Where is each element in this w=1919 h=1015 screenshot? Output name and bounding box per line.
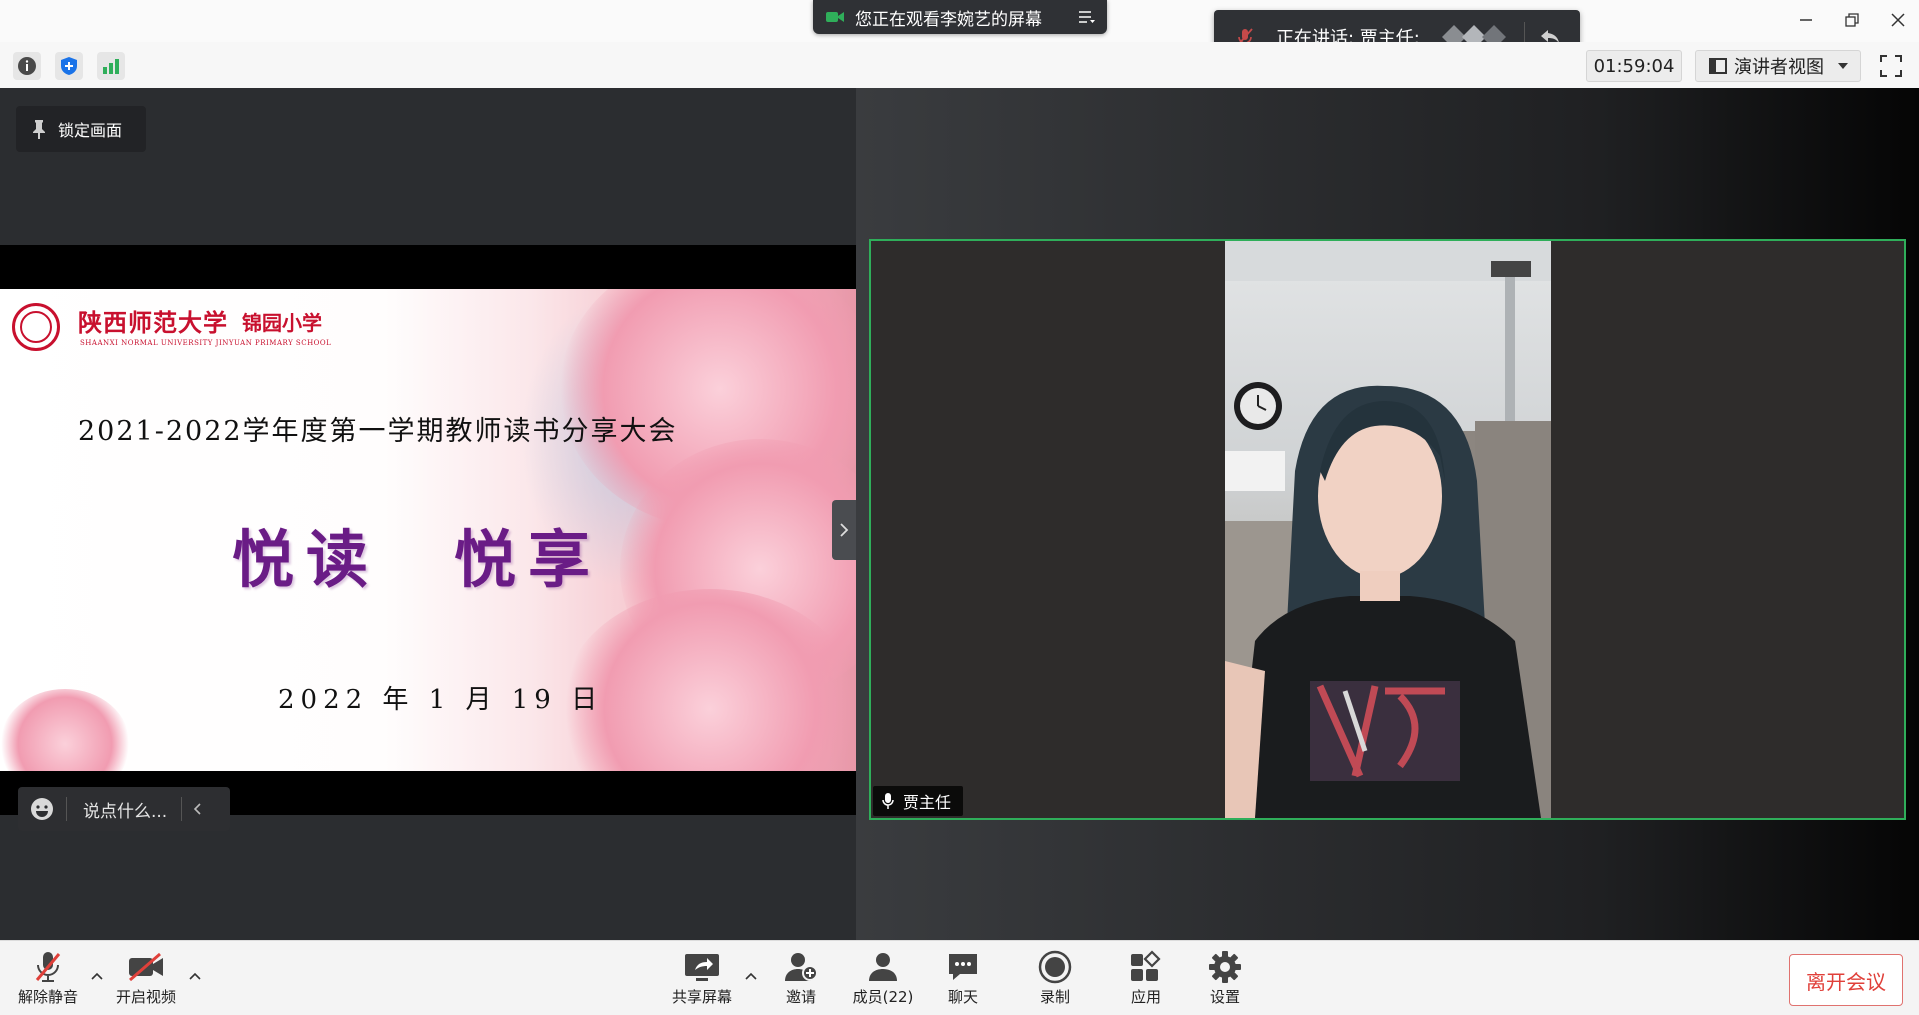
speaker-name: 贾主任 — [903, 793, 952, 812]
minimize-icon[interactable] — [1792, 8, 1820, 32]
chat-input-placeholder[interactable]: 说点什么... — [83, 797, 167, 822]
event-date: 2022 年 1 月 19 日 — [278, 685, 604, 715]
network-signal-icon[interactable] — [97, 52, 125, 80]
school-name: 锦园小学 — [242, 311, 322, 335]
share-screen-label: 共享屏幕 — [671, 988, 732, 1006]
chat-button[interactable]: 聊天 — [938, 948, 988, 1010]
video-off-icon — [126, 948, 166, 986]
presentation-slide: 陕西师范大学 锦园小学 SHAANXI NORMAL UNIVERSITY JI… — [0, 289, 856, 771]
start-video-button[interactable]: 开启视频 — [108, 948, 184, 1010]
settings-label: 设置 — [1209, 988, 1240, 1006]
members-icon — [866, 948, 900, 986]
speaker-view-icon — [1708, 57, 1728, 75]
leave-meeting-button[interactable]: 离开会议 — [1789, 954, 1903, 1006]
settings-button[interactable]: 设置 — [1200, 948, 1250, 1010]
banner-menu-icon[interactable] — [1077, 9, 1095, 25]
quick-chat-bar[interactable]: 说点什么... — [18, 787, 230, 831]
meeting-timer: 01:59:04 — [1586, 50, 1682, 82]
university-name: 陕西师范大学 — [78, 308, 228, 337]
muted-mic-icon — [33, 948, 63, 986]
apps-label: 应用 — [1130, 988, 1161, 1006]
info-icon[interactable] — [13, 52, 41, 80]
add-user-icon — [783, 948, 819, 986]
slide-blossom — [0, 689, 130, 771]
event-title: 2021-2022学年度第一学期教师读书分享大会 — [78, 416, 678, 447]
speaker-video-feed — [1225, 241, 1551, 818]
screen-share-banner: 您正在观看李婉艺的屏幕 — [813, 0, 1107, 34]
lock-view-button[interactable]: 锁定画面 — [16, 106, 146, 152]
security-shield-icon[interactable] — [55, 52, 83, 80]
pin-icon — [30, 118, 48, 140]
share-screen-icon — [682, 948, 722, 986]
unmute-label: 解除静音 — [17, 988, 78, 1006]
university-seal-icon — [12, 303, 60, 351]
video-options-caret-icon[interactable] — [187, 968, 203, 984]
gear-icon — [1208, 948, 1242, 986]
invite-label: 邀请 — [785, 988, 816, 1006]
view-mode-dropdown[interactable]: 演讲者视图 — [1695, 50, 1861, 82]
emoji-icon[interactable] — [30, 797, 54, 821]
restore-icon[interactable] — [1838, 8, 1866, 32]
microphone-icon — [881, 792, 895, 810]
share-banner-text: 您正在观看李婉艺的屏幕 — [855, 9, 1042, 30]
fullscreen-icon[interactable] — [1874, 50, 1908, 82]
chat-icon — [946, 948, 980, 986]
close-icon[interactable] — [1884, 8, 1912, 32]
apps-button[interactable]: 应用 — [1121, 948, 1171, 1010]
chevron-right-icon — [840, 523, 849, 537]
screen-share-icon — [825, 9, 845, 25]
letterbox-top — [0, 245, 856, 289]
slide-main-title: 悦读 悦享 — [232, 523, 603, 596]
chat-label: 聊天 — [947, 988, 978, 1006]
lock-view-label: 锁定画面 — [58, 121, 123, 140]
members-label: 成员(22) — [852, 988, 914, 1006]
invite-button[interactable]: 邀请 — [772, 948, 830, 1010]
view-mode-label: 演讲者视图 — [1734, 57, 1824, 78]
speaker-video-illustration — [1225, 241, 1551, 818]
chevron-down-icon — [1838, 63, 1848, 69]
speaker-name-tag: 贾主任 — [873, 786, 963, 816]
record-button[interactable]: 录制 — [1030, 948, 1080, 1010]
record-label: 录制 — [1039, 988, 1070, 1006]
unmute-button[interactable]: 解除静音 — [12, 948, 84, 1010]
university-subtitle: SHAANXI NORMAL UNIVERSITY JINYUAN PRIMAR… — [80, 339, 332, 347]
members-button[interactable]: 成员(22) — [846, 948, 920, 1010]
record-icon — [1038, 948, 1072, 986]
share-screen-button[interactable]: 共享屏幕 — [664, 948, 740, 1010]
share-options-caret-icon[interactable] — [743, 968, 759, 984]
apps-grid-icon — [1129, 948, 1163, 986]
collapse-panel-button[interactable] — [832, 500, 856, 560]
audio-options-caret-icon[interactable] — [89, 968, 105, 984]
start-video-label: 开启视频 — [115, 988, 176, 1006]
chevron-left-icon[interactable] — [192, 802, 202, 816]
